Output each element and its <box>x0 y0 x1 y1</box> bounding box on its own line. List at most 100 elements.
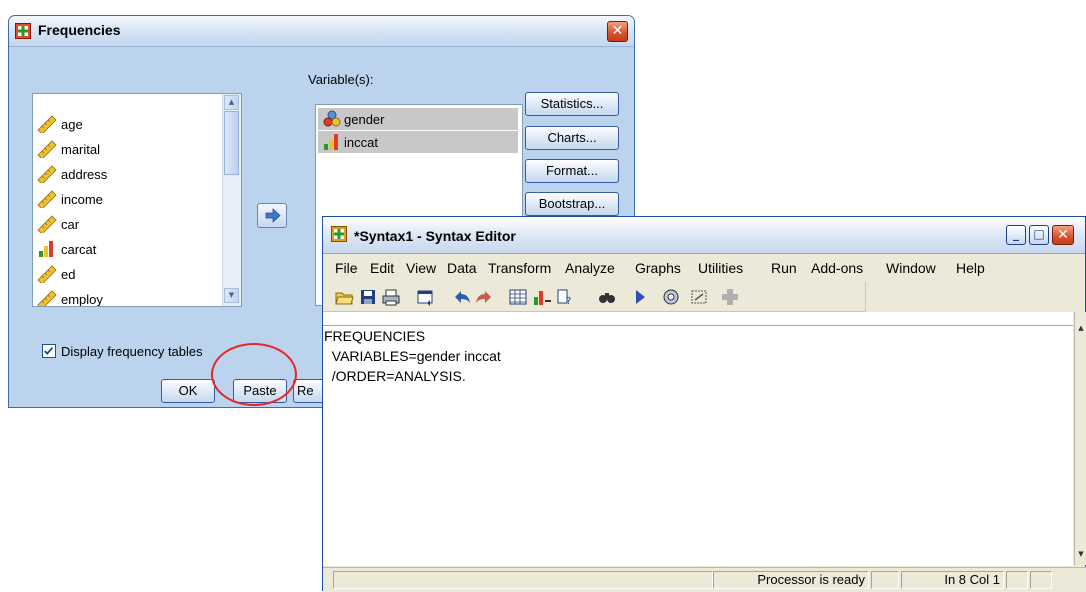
paste-highlight-circle <box>211 343 297 406</box>
dialog-recall-icon <box>417 290 433 306</box>
scroll-down-icon[interactable]: ▼ <box>224 288 239 303</box>
status-cell-empty <box>871 571 899 589</box>
maximize-icon: □ <box>1033 227 1045 241</box>
selected-variable-label: gender <box>344 111 385 127</box>
add-button[interactable] <box>720 287 740 307</box>
source-variable-label: income <box>61 191 103 207</box>
syntax-line: FREQUENCIES <box>324 328 426 344</box>
scale-variable-icon <box>37 215 57 233</box>
close-icon: ✕ <box>611 23 624 39</box>
menu-add-ons[interactable]: Add-ons <box>811 260 863 276</box>
save-button[interactable] <box>358 287 378 307</box>
syntax-editor-window: *Syntax1 - Syntax Editor _ □ ✕ File Edit… <box>322 216 1086 592</box>
menu-bar: File Edit View Data Transform Analyze Gr… <box>323 254 1085 282</box>
find-button[interactable] <box>597 287 617 307</box>
dialog-close-button[interactable]: ✕ <box>607 21 628 42</box>
source-variable-item[interactable]: address <box>37 163 217 185</box>
spelling-icon <box>663 289 679 305</box>
bootstrap-button[interactable]: Bootstrap... <box>525 192 619 216</box>
frequencies-titlebar[interactable]: Frequencies ✕ <box>9 16 634 47</box>
syntax-help-icon <box>691 290 707 304</box>
scale-variable-icon <box>37 165 57 183</box>
print-button[interactable] <box>381 287 401 307</box>
editor-scrollbar[interactable]: ▲ ▼ <box>1074 312 1086 565</box>
run-icon <box>636 290 645 304</box>
open-folder-icon <box>335 292 354 305</box>
menu-window[interactable]: Window <box>886 260 936 276</box>
selected-variable-label: inccat <box>344 134 378 150</box>
menu-graphs[interactable]: Graphs <box>635 260 681 276</box>
close-icon: ✕ <box>1057 227 1069 243</box>
source-variable-label: age <box>61 116 83 132</box>
scroll-up-icon[interactable]: ▲ <box>1075 324 1086 332</box>
right-arrow-icon <box>265 208 281 223</box>
processor-status: Processor is ready <box>713 571 869 589</box>
undo-button[interactable] <box>453 287 473 307</box>
menu-analyze[interactable]: Analyze <box>565 260 615 276</box>
open-button[interactable] <box>334 287 354 307</box>
syntax-editor-text-area[interactable]: FREQUENCIES VARIABLES=gender inccat /ORD… <box>323 325 1073 566</box>
selected-variable-item[interactable]: gender <box>318 108 518 130</box>
cursor-position: In 8 Col 1 <box>901 571 1004 589</box>
selected-variable-item[interactable]: inccat <box>318 131 518 153</box>
editor-gutter <box>323 312 1073 325</box>
source-variable-item[interactable]: income <box>37 188 217 210</box>
source-variable-label: carcat <box>61 241 97 257</box>
maximize-button[interactable]: □ <box>1029 225 1049 245</box>
source-variable-list[interactable]: age marital address income car carcat ed employ… <box>32 93 242 307</box>
syntax-help-button[interactable] <box>689 287 709 307</box>
redo-button[interactable] <box>473 287 493 307</box>
menu-utilities[interactable]: Utilities <box>698 260 743 276</box>
source-variable-item[interactable]: carcat <box>37 238 217 260</box>
variables-button[interactable] <box>532 287 552 307</box>
source-variable-item[interactable]: employ <box>37 288 217 307</box>
source-variable-item[interactable]: ed <box>37 263 217 285</box>
format-button[interactable]: Format... <box>525 159 619 183</box>
status-bar: Processor is ready In 8 Col 1 <box>323 567 1086 592</box>
goto-data-button[interactable] <box>508 287 528 307</box>
goto-data-icon <box>509 289 527 305</box>
menu-transform[interactable]: Transform <box>488 260 551 276</box>
source-list-scrollbar[interactable]: ▲ ▼ <box>222 94 241 306</box>
source-variable-label: ed <box>61 266 76 282</box>
find-icon <box>599 293 615 303</box>
toolbar: ? <box>323 282 866 312</box>
syntax-line: /ORDER=ANALYSIS. <box>324 368 466 384</box>
source-variable-item[interactable]: car <box>37 213 217 235</box>
menu-help[interactable]: Help <box>956 260 985 276</box>
scale-variable-icon <box>37 265 57 283</box>
scale-variable-icon <box>37 190 57 208</box>
scrollbar-thumb[interactable] <box>224 111 239 175</box>
syntax-close-button[interactable]: ✕ <box>1052 225 1074 245</box>
move-variable-button[interactable] <box>257 203 287 228</box>
charts-button[interactable]: Charts... <box>525 126 619 150</box>
source-variable-label: marital <box>61 141 101 157</box>
scroll-down-icon[interactable]: ▼ <box>1075 550 1086 558</box>
source-variable-item[interactable]: age <box>37 113 217 135</box>
use-variable-sets-button[interactable]: ? <box>555 287 575 307</box>
print-icon <box>382 289 400 306</box>
source-variable-label: car <box>61 216 80 232</box>
ok-button[interactable]: OK <box>161 379 215 403</box>
source-variable-item[interactable]: marital <box>37 138 217 160</box>
scale-variable-icon <box>37 290 57 306</box>
minimize-button[interactable]: _ <box>1006 225 1026 245</box>
menu-run[interactable]: Run <box>771 260 797 276</box>
dialog-title: Frequencies <box>38 22 121 38</box>
run-button[interactable] <box>630 287 650 307</box>
display-frequency-tables-checkbox[interactable] <box>42 344 56 358</box>
ordinal-variable-icon <box>39 241 53 257</box>
source-variable-label: employ <box>61 291 103 307</box>
spelling-button[interactable] <box>661 287 681 307</box>
status-cell-empty <box>1030 571 1052 589</box>
menu-edit[interactable]: Edit <box>370 260 394 276</box>
menu-file[interactable]: File <box>335 260 358 276</box>
scroll-up-icon[interactable]: ▲ <box>224 95 239 110</box>
dialog-recall-button[interactable] <box>415 287 435 307</box>
menu-data[interactable]: Data <box>447 260 477 276</box>
menu-view[interactable]: View <box>406 260 436 276</box>
status-cell-empty <box>1006 571 1028 589</box>
syntax-editor-titlebar[interactable]: *Syntax1 - Syntax Editor _ □ ✕ <box>323 217 1085 254</box>
statistics-button[interactable]: Statistics... <box>525 92 619 116</box>
scale-variable-icon <box>37 115 57 133</box>
